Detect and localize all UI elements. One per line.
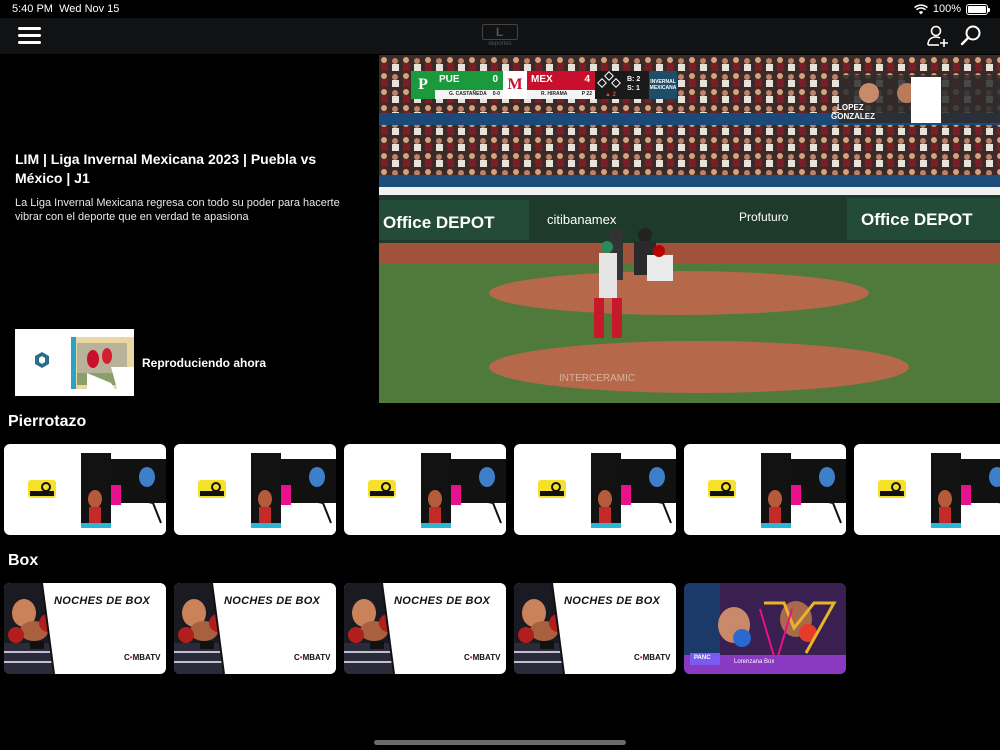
mex-team: MEX 4 R. HIRAMA P 22 <box>527 71 595 99</box>
status-right: 100% <box>913 3 990 15</box>
profuturo-banner: Profuturo <box>739 210 789 224</box>
brand-part: MBATV <box>472 653 501 662</box>
combatv-logo: C•MBATV <box>294 653 330 662</box>
pierrotazo-logo <box>538 480 566 498</box>
box-card-title: NOCHES DE BOX <box>564 595 661 607</box>
brand-part: MBATV <box>642 653 671 662</box>
count: B: 2 S: 1 <box>623 71 649 99</box>
pierrotazo-logo <box>28 480 56 498</box>
pue-abbr: PUE <box>439 74 460 85</box>
fighter-name-2: GONZALEZ <box>831 112 875 121</box>
section-title-box: Box <box>8 552 39 569</box>
wifi-icon <box>913 3 928 14</box>
pierrotazo-art <box>421 453 506 535</box>
lim-thumbnail-art <box>15 329 134 396</box>
box-card-title: NOCHES DE BOX <box>394 595 491 607</box>
pierrotazo-logo <box>708 480 736 498</box>
pierrotazo-card[interactable] <box>174 444 336 535</box>
pue-team: PUE 0 G. CASTAÑEDA 0-0 <box>435 71 503 99</box>
pierrotazo-art <box>81 453 166 535</box>
mex-abbr: MEX <box>531 74 553 85</box>
pue-score: 0 <box>492 74 498 85</box>
menu-line <box>18 34 41 37</box>
status-time: 5:40 PM Wed Nov 15 <box>12 3 119 15</box>
pierrotazo-logo <box>368 480 396 498</box>
pierrotazo-art <box>931 453 1000 535</box>
pierrotazo-card[interactable] <box>4 444 166 535</box>
pierrotazo-card[interactable] <box>344 444 506 535</box>
balls: B: 2 <box>627 76 641 83</box>
inning: ▲ 2 <box>605 92 616 98</box>
pue-logo: P <box>411 71 435 99</box>
box-row: NOCHES DE BOX C•MBATV NOCHES DE BOX C•MB… <box>4 583 846 674</box>
date: Wed Nov 15 <box>59 3 120 15</box>
mex-player-stat: P 22 <box>581 91 592 97</box>
box-card[interactable]: NOCHES DE BOX C•MBATV <box>514 583 676 674</box>
brand-part: MBATV <box>132 653 161 662</box>
video-player[interactable]: Office DEPOT citibanamex Profuturo Offic… <box>379 55 1000 403</box>
top-bar: L deportes <box>0 18 1000 54</box>
logo-mark: L <box>482 24 518 40</box>
pue-player-stat: 0-0 <box>492 91 500 97</box>
fighter-name-1: LOPEZ <box>837 103 864 112</box>
section-title-pierrotazo: Pierrotazo <box>8 413 87 430</box>
lorenzana-card-label: Lorenzana Box <box>734 659 775 665</box>
combatv-logo: C•MBATV <box>124 653 160 662</box>
intercramic-mound-logo: INTERCERAMIC <box>559 373 635 384</box>
strikes: S: 1 <box>627 85 640 92</box>
pierrotazo-card[interactable] <box>514 444 676 535</box>
pierrotazo-row <box>4 444 1000 535</box>
box-card[interactable]: NOCHES DE BOX C•MBATV <box>4 583 166 674</box>
box-card[interactable]: NOCHES DE BOX C•MBATV <box>344 583 506 674</box>
hero-title: LIM | Liga Invernal Mexicana 2023 | Pueb… <box>15 151 317 186</box>
lorenzana-badge: PANC <box>694 655 711 661</box>
box-card[interactable]: NOCHES DE BOX C•MBATV <box>174 583 336 674</box>
pierrotazo-art <box>761 453 846 535</box>
menu-line <box>18 41 41 44</box>
now-playing-thumbnail[interactable] <box>15 329 134 396</box>
pierrotazo-card[interactable] <box>854 444 1000 535</box>
menu-line <box>18 27 41 30</box>
league-brand: INVERNAL MEXICANA <box>649 71 677 99</box>
menu-icon[interactable] <box>18 27 41 45</box>
pierrotazo-art <box>591 453 676 535</box>
pierrotazo-art <box>251 453 336 535</box>
battery-icon <box>966 3 990 15</box>
user-add-icon[interactable] <box>926 24 950 48</box>
bases-diamond: ▲ 2 <box>595 71 623 99</box>
mex-logo: M <box>503 71 527 99</box>
combatv-logo: C•MBATV <box>634 653 670 662</box>
battery-percent: 100% <box>932 3 961 15</box>
pierrotazo-logo <box>878 480 906 498</box>
mex-score: 4 <box>584 74 590 85</box>
combatv-logo: C•MBATV <box>464 653 500 662</box>
clock: 5:40 PM <box>12 3 53 15</box>
brand-part: MBATV <box>302 653 331 662</box>
box-card-title: NOCHES DE BOX <box>54 595 151 607</box>
office-depot-banner-right: Office DEPOT <box>861 210 973 229</box>
status-bar: 5:40 PM Wed Nov 15 100% <box>0 0 1000 18</box>
logo-subtitle: deportes <box>488 41 512 47</box>
scoreboard: P PUE 0 G. CASTAÑEDA 0-0 M MEX 4 R. HIRA… <box>411 71 677 99</box>
now-playing-label: Reproduciendo ahora <box>142 356 267 370</box>
pierrotazo-card[interactable] <box>684 444 846 535</box>
baseball-broadcast-frame: Office DEPOT citibanamex Profuturo Offic… <box>379 55 1000 403</box>
office-depot-banner-left: Office DEPOT <box>383 213 495 232</box>
citibanamex-banner: citibanamex <box>547 212 617 227</box>
bases-icon <box>597 71 621 88</box>
app-logo[interactable]: L deportes <box>482 24 518 50</box>
hero-description: La Liga Invernal Mexicana regresa con to… <box>15 197 340 223</box>
pierrotazo-logo <box>198 480 226 498</box>
box-card-title: NOCHES DE BOX <box>224 595 321 607</box>
lorenzana-box-card[interactable]: PANC Lorenzana Box <box>684 583 846 674</box>
search-icon[interactable] <box>959 24 983 48</box>
battery-level <box>968 5 986 13</box>
home-indicator[interactable] <box>374 740 626 745</box>
